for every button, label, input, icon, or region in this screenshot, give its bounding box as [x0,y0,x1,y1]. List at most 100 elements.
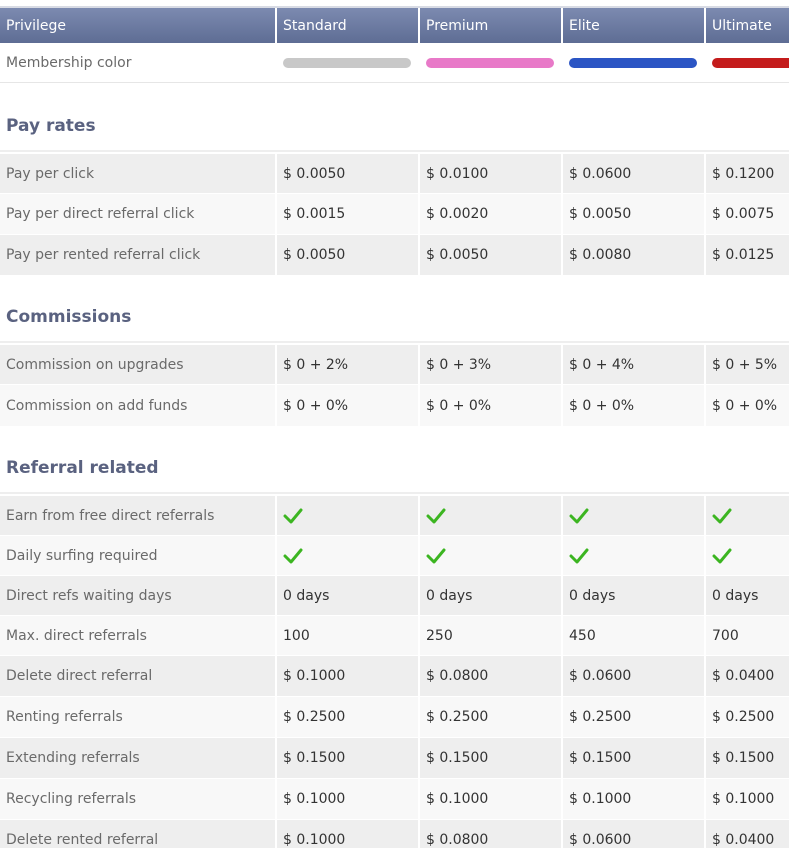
value-premium: $ 0.0100 [420,154,561,193]
value-ultimate: 700 [706,616,789,655]
row-label: Earn from free direct referrals [0,496,275,535]
color-swatch-standard [283,58,411,68]
cell [706,536,789,575]
value-standard: $ 0 + 0% [277,385,418,426]
section-rule [0,341,789,343]
value-elite: $ 0.2500 [563,697,704,737]
table-header: Privilege Standard Premium Elite Ultimat… [0,8,789,43]
row-label: Max. direct referrals [0,616,275,655]
value-standard: 0 days [277,576,418,615]
row-label: Commission on upgrades [0,345,275,384]
table-row: Direct refs waiting days 0 days 0 days 0… [0,576,789,615]
value-ultimate: $ 0.1000 [706,779,789,819]
value-ultimate: $ 0.0125 [706,235,789,275]
header-elite: Elite [563,8,704,43]
section-title-pay-rates: Pay rates [6,116,96,136]
value-elite: $ 0 + 0% [563,385,704,426]
section-rule [0,150,789,152]
table-row: Max. direct referrals 100 250 450 700 [0,616,789,655]
header-ultimate: Ultimate [706,8,789,43]
membership-color-row: Membership color [0,44,789,82]
row-divider [0,82,789,83]
cell [563,536,704,575]
section-title-referral-related: Referral related [6,458,159,478]
value-elite: $ 0.0080 [563,235,704,275]
color-swatch-premium [426,58,554,68]
table-row: Renting referrals $ 0.2500 $ 0.2500 $ 0.… [0,697,789,737]
header-premium: Premium [420,8,561,43]
check-icon [283,508,303,523]
value-elite: $ 0.0600 [563,820,704,848]
value-standard: $ 0.0050 [277,235,418,275]
row-label: Pay per click [0,154,275,193]
value-premium: 0 days [420,576,561,615]
check-icon [569,508,589,523]
check-icon [426,508,446,523]
cell [277,44,418,82]
value-standard: $ 0.1000 [277,820,418,848]
value-standard: 100 [277,616,418,655]
table-row: Earn from free direct referrals [0,496,789,535]
value-standard: $ 0.0050 [277,154,418,193]
value-elite: 0 days [563,576,704,615]
cell [706,496,789,535]
header-standard: Standard [277,8,418,43]
value-premium: $ 0.1000 [420,779,561,819]
row-label: Daily surfing required [0,536,275,575]
cell [563,44,704,82]
check-icon [569,548,589,563]
row-label: Renting referrals [0,697,275,737]
cell [420,536,561,575]
value-elite: $ 0.0600 [563,656,704,696]
table-row: Extending referrals $ 0.1500 $ 0.1500 $ … [0,738,789,778]
value-standard: $ 0.1000 [277,779,418,819]
color-swatch-elite [569,58,697,68]
cell [277,496,418,535]
value-standard: $ 0.2500 [277,697,418,737]
section-rule [0,492,789,494]
table-row: Pay per rented referral click $ 0.0050 $… [0,235,789,275]
value-ultimate: $ 0 + 5% [706,345,789,384]
check-icon [283,548,303,563]
header-privilege: Privilege [0,8,275,43]
value-ultimate: $ 0.1500 [706,738,789,778]
row-label: Extending referrals [0,738,275,778]
row-label: Pay per rented referral click [0,235,275,275]
row-label: Pay per direct referral click [0,194,275,234]
table-row: Pay per click $ 0.0050 $ 0.0100 $ 0.0600… [0,154,789,193]
check-icon [712,508,732,523]
value-standard: $ 0 + 2% [277,345,418,384]
row-label: Direct refs waiting days [0,576,275,615]
table-row: Delete rented referral $ 0.1000 $ 0.0800… [0,820,789,848]
value-standard: $ 0.1500 [277,738,418,778]
check-icon [712,548,732,563]
value-elite: $ 0.1000 [563,779,704,819]
value-premium: $ 0.0050 [420,235,561,275]
membership-comparison-table: Privilege Standard Premium Elite Ultimat… [0,0,789,848]
table-row: Commission on upgrades $ 0 + 2% $ 0 + 3%… [0,345,789,384]
value-premium: 250 [420,616,561,655]
table-row: Pay per direct referral click $ 0.0015 $… [0,194,789,234]
row-label: Delete direct referral [0,656,275,696]
value-elite: $ 0.0600 [563,154,704,193]
value-premium: $ 0.0800 [420,656,561,696]
cell [420,496,561,535]
value-elite: $ 0.1500 [563,738,704,778]
section-title-commissions: Commissions [6,307,132,327]
value-premium: $ 0 + 0% [420,385,561,426]
value-premium: $ 0.0800 [420,820,561,848]
value-standard: $ 0.1000 [277,656,418,696]
value-ultimate: $ 0.0400 [706,820,789,848]
cell [420,44,561,82]
table-row: Commission on add funds $ 0 + 0% $ 0 + 0… [0,385,789,426]
membership-color-label: Membership color [0,44,275,82]
table-row: Delete direct referral $ 0.1000 $ 0.0800… [0,656,789,696]
value-standard: $ 0.0015 [277,194,418,234]
value-elite: 450 [563,616,704,655]
value-premium: $ 0 + 3% [420,345,561,384]
value-ultimate: 0 days [706,576,789,615]
cell [563,496,704,535]
row-label: Delete rented referral [0,820,275,848]
value-premium: $ 0.2500 [420,697,561,737]
value-ultimate: $ 0.1200 [706,154,789,193]
